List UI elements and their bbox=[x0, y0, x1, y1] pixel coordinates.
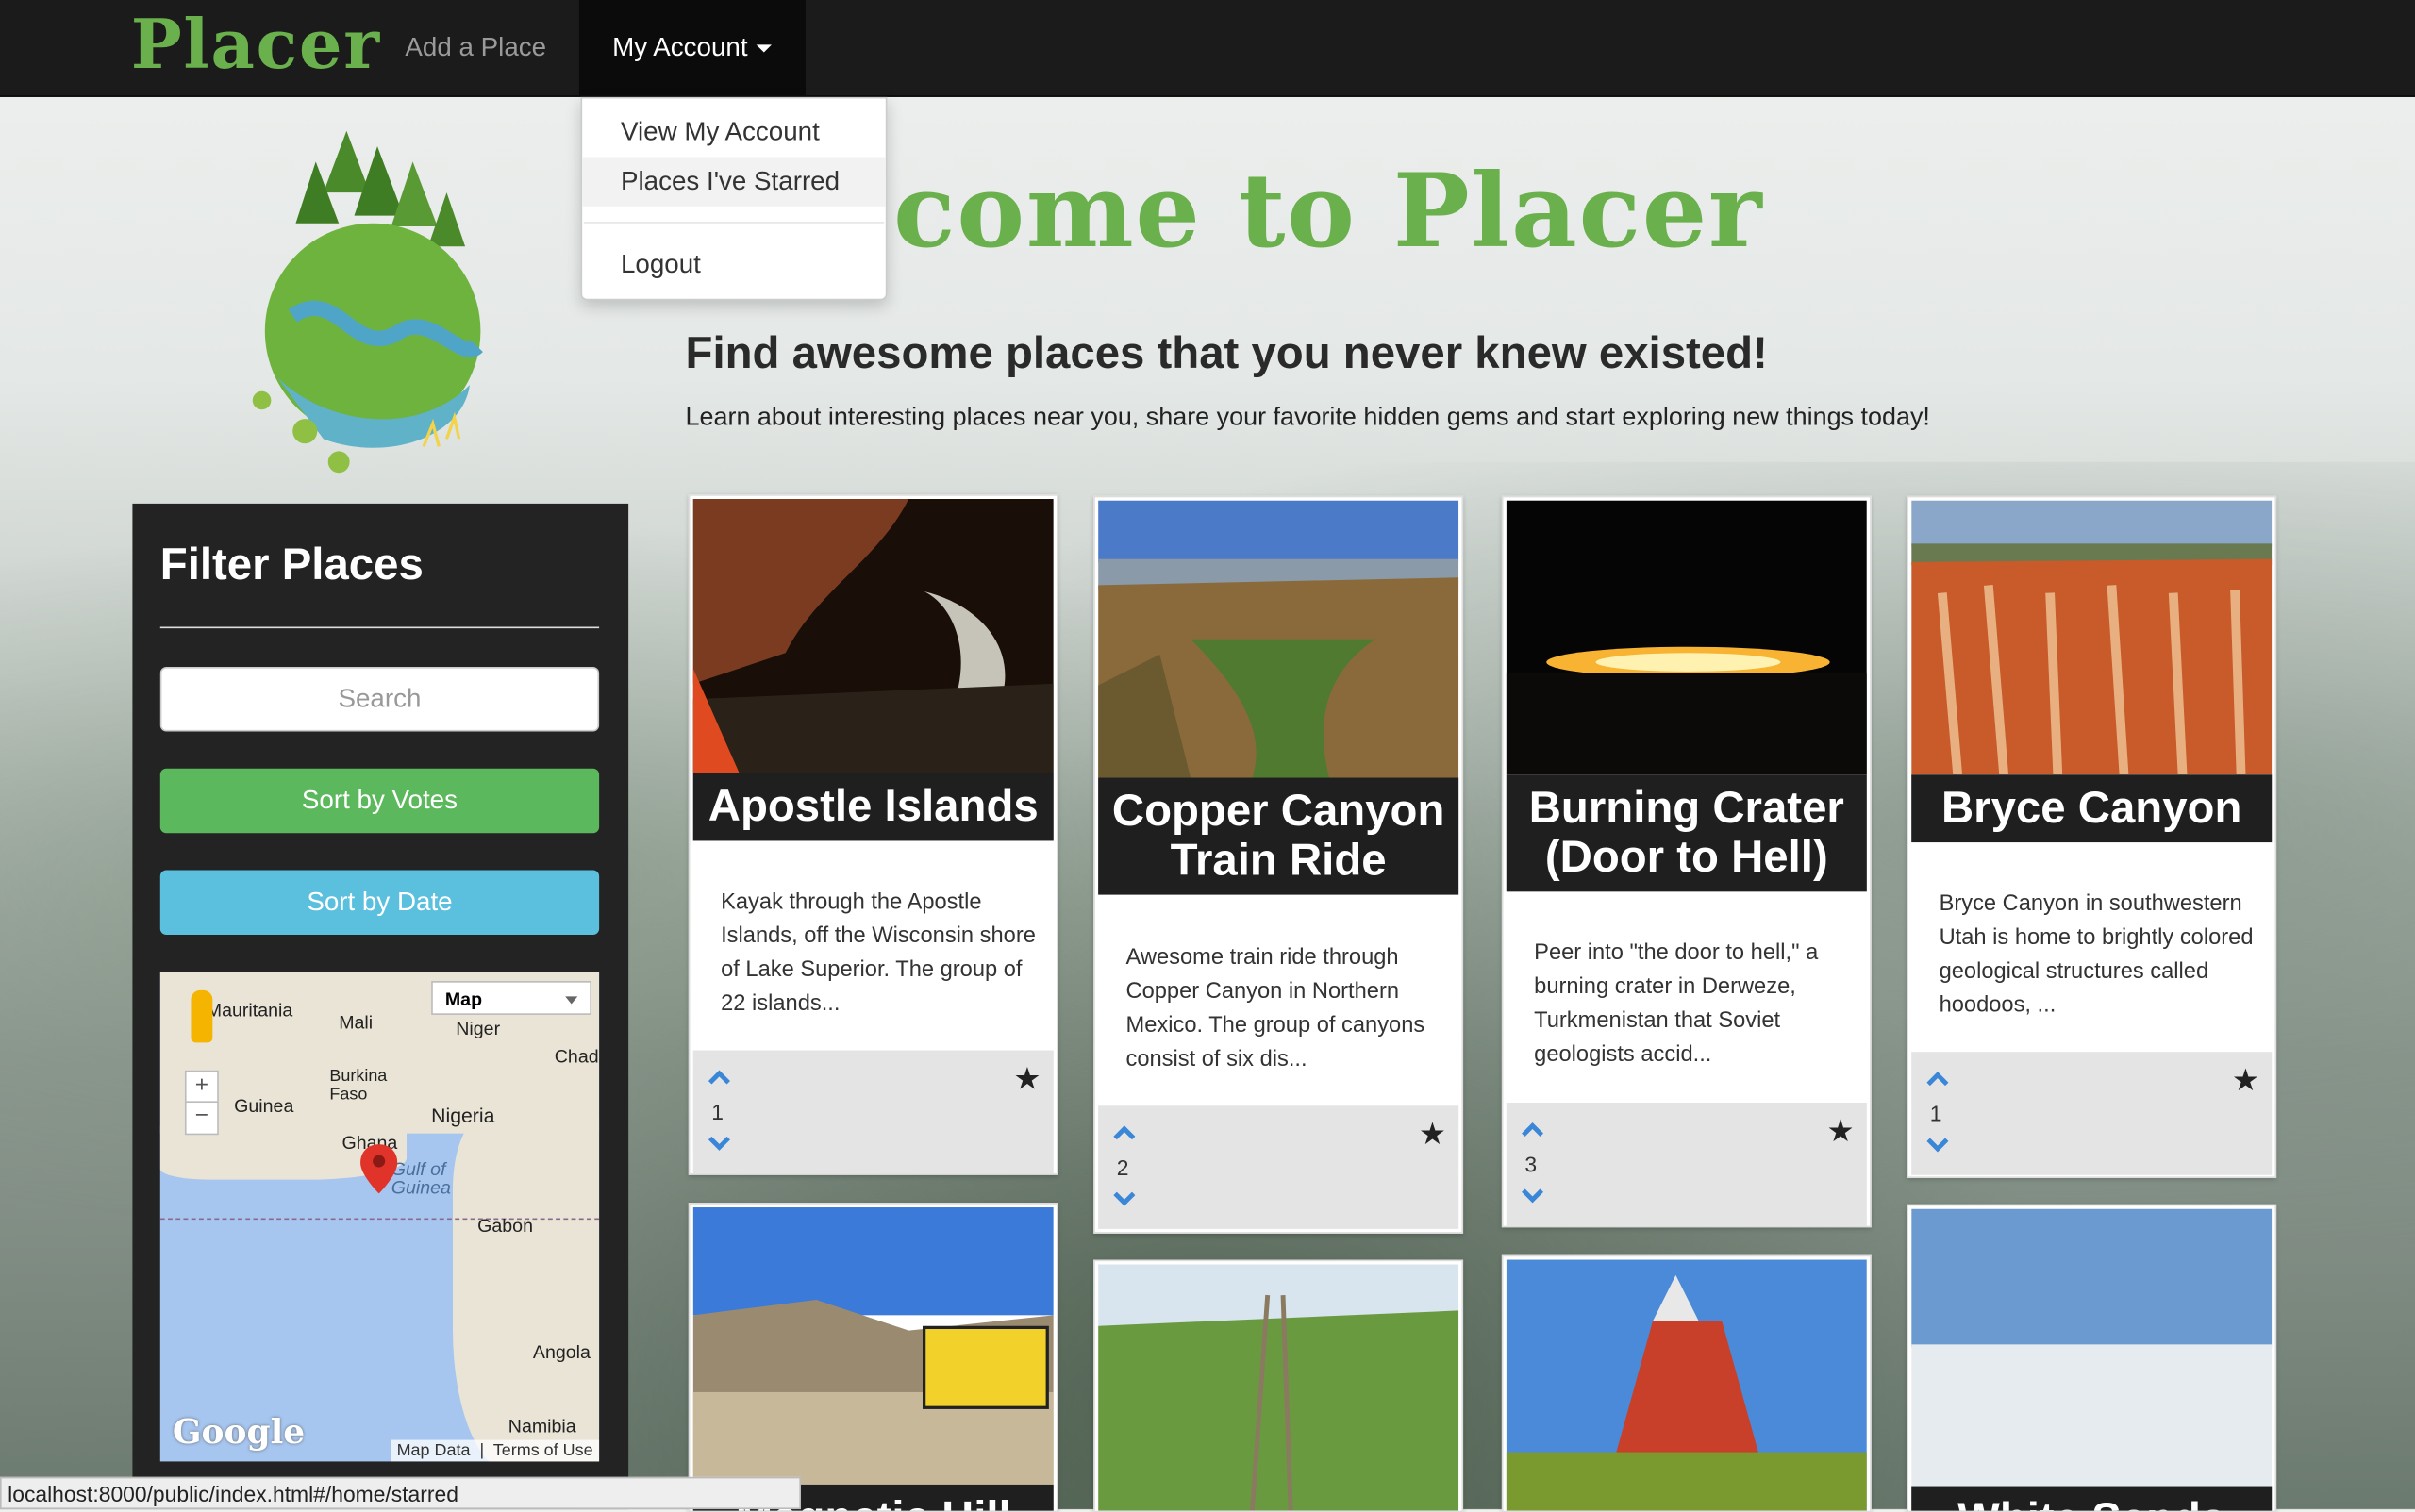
place-image bbox=[1911, 1208, 2273, 1487]
map-label: Chad bbox=[554, 1045, 599, 1068]
account-dropdown-menu: View My Account Places I've Starred Logo… bbox=[580, 96, 888, 301]
place-image bbox=[1098, 1264, 1459, 1511]
vote-count: 1 bbox=[711, 1099, 724, 1124]
place-image bbox=[692, 1207, 1054, 1485]
place-card-burning-crater[interactable]: Burning Crater (Door to Hell) Peer into … bbox=[1501, 495, 1872, 1228]
welcome-heading: come to Placer bbox=[892, 151, 1764, 272]
search-input[interactable] bbox=[159, 666, 600, 732]
nav-add-place[interactable]: Add a Place bbox=[405, 0, 546, 95]
star-icon[interactable]: ★ bbox=[1013, 1059, 1041, 1098]
vote-count: 1 bbox=[1929, 1101, 1942, 1126]
place-description: Kayak through the Apostle Islands, off t… bbox=[721, 889, 1036, 1017]
place-card-apostle-islands[interactable]: Apostle Islands Kayak through the Apostl… bbox=[688, 494, 1058, 1175]
brand-logo[interactable]: Placer bbox=[131, 7, 381, 85]
chevron-down-icon bbox=[565, 996, 578, 1005]
vote-count: 2 bbox=[1116, 1155, 1129, 1180]
sort-by-votes-button[interactable]: Sort by Votes bbox=[159, 768, 600, 834]
downvote-icon[interactable] bbox=[1926, 1138, 1949, 1154]
place-image bbox=[1098, 500, 1459, 778]
place-description: Bryce Canyon in southwestern Utah is hom… bbox=[1939, 891, 2254, 1019]
card-footer: 2 ★ bbox=[1098, 1105, 1459, 1229]
nav-my-account[interactable]: My Account bbox=[578, 0, 806, 96]
browser-status-bar: localhost:8000/public/index.html#/home/s… bbox=[0, 1476, 802, 1510]
map-label: Gulf of Guinea bbox=[391, 1157, 451, 1199]
filter-panel: Filter Places Sort by Votes Sort by Date… bbox=[132, 503, 629, 1510]
place-image bbox=[1506, 1259, 1867, 1511]
map-type-select[interactable]: Map bbox=[431, 981, 591, 1015]
menu-item-places-starred[interactable]: Places I've Starred bbox=[582, 157, 886, 207]
star-icon[interactable]: ★ bbox=[1419, 1115, 1446, 1154]
zoom-in-button[interactable]: + bbox=[184, 1070, 219, 1105]
zoom-out-button[interactable]: − bbox=[184, 1101, 219, 1136]
map-widget[interactable]: Mauritania Mali Niger Chad Burkina Faso … bbox=[159, 972, 600, 1462]
place-image bbox=[1911, 500, 2273, 775]
vote-count: 3 bbox=[1524, 1152, 1538, 1177]
star-icon[interactable]: ★ bbox=[2232, 1061, 2259, 1100]
downvote-icon[interactable] bbox=[1522, 1188, 1543, 1204]
hero-subline: Learn about interesting places near you,… bbox=[685, 403, 1930, 432]
place-image bbox=[692, 498, 1054, 773]
upvote-icon[interactable] bbox=[1113, 1124, 1136, 1140]
google-logo: Google bbox=[172, 1412, 306, 1453]
menu-item-view-account[interactable]: View My Account bbox=[582, 108, 886, 157]
map-label: Guinea bbox=[234, 1094, 294, 1117]
hero-headline: Find awesome places that you never knew … bbox=[685, 329, 1768, 379]
equator-line bbox=[159, 1218, 600, 1221]
place-image bbox=[1506, 500, 1867, 775]
place-title[interactable]: Burning Crater (Door to Hell) bbox=[1506, 774, 1867, 892]
map-label: Gabon bbox=[477, 1215, 533, 1238]
map-label: Burkina Faso bbox=[329, 1067, 388, 1105]
menu-divider bbox=[583, 222, 885, 224]
sort-by-date-button[interactable]: Sort by Date bbox=[159, 870, 600, 936]
map-footer: Map Data | Terms of Use bbox=[391, 1439, 600, 1462]
map-data-link[interactable]: Map Data bbox=[397, 1441, 471, 1460]
downvote-icon[interactable] bbox=[708, 1136, 730, 1152]
place-card-haiku-stairs[interactable] bbox=[1093, 1259, 1464, 1512]
map-type-label: Map bbox=[444, 989, 483, 1011]
pegman-icon[interactable] bbox=[191, 989, 213, 1043]
place-title[interactable]: Copper Canyon Train Ride bbox=[1098, 777, 1459, 895]
menu-item-logout[interactable]: Logout bbox=[582, 241, 886, 290]
map-land bbox=[453, 1118, 600, 1462]
terms-of-use-link[interactable]: Terms of Use bbox=[493, 1441, 593, 1460]
planet-logo-illustration bbox=[252, 130, 483, 474]
card-footer: 1 ★ bbox=[692, 1050, 1054, 1174]
map-label: Nigeria bbox=[431, 1104, 495, 1128]
map-label: Mauritania bbox=[206, 999, 293, 1022]
map-label: Angola bbox=[532, 1341, 591, 1363]
place-title[interactable]: Apostle Islands bbox=[692, 773, 1054, 841]
map-label: Niger bbox=[456, 1018, 501, 1040]
nav-my-account-label: My Account bbox=[612, 32, 748, 62]
map-label: Mali bbox=[339, 1011, 374, 1034]
place-card-magnetic-hill[interactable]: Magnetic Hill bbox=[688, 1203, 1058, 1512]
filter-title: Filter Places bbox=[159, 540, 424, 590]
place-title[interactable]: Bryce Canyon bbox=[1911, 774, 2273, 843]
upvote-icon[interactable] bbox=[1522, 1122, 1543, 1137]
place-card-copper-canyon[interactable]: Copper Canyon Train Ride Awesome train r… bbox=[1093, 495, 1464, 1234]
star-icon[interactable]: ★ bbox=[1826, 1112, 1854, 1151]
card-footer: 1 ★ bbox=[1911, 1052, 2273, 1175]
place-card-fly-geyser[interactable] bbox=[1501, 1254, 1872, 1512]
downvote-icon[interactable] bbox=[1113, 1191, 1136, 1207]
caret-down-icon bbox=[757, 44, 773, 53]
place-card-white-sands[interactable]: White Sands bbox=[1907, 1204, 2277, 1512]
place-card-bryce-canyon[interactable]: Bryce Canyon Bryce Canyon in southwester… bbox=[1907, 495, 2277, 1179]
top-navbar: Placer Add a Place My Account bbox=[0, 0, 2415, 97]
place-title[interactable]: White Sands bbox=[1911, 1486, 2273, 1511]
place-description: Awesome train ride through Copper Canyon… bbox=[1125, 945, 1425, 1072]
filter-divider bbox=[159, 626, 600, 629]
card-footer: 3 ★ bbox=[1506, 1103, 1867, 1226]
page-stage: Placer Add a Place My Account View My Ac… bbox=[0, 0, 2415, 1512]
place-description: Peer into "the door to hell," a burning … bbox=[1534, 940, 1819, 1068]
map-label: Namibia bbox=[508, 1415, 576, 1437]
upvote-icon[interactable] bbox=[708, 1069, 730, 1085]
map-marker-icon[interactable] bbox=[360, 1144, 398, 1194]
upvote-icon[interactable] bbox=[1926, 1071, 1949, 1087]
